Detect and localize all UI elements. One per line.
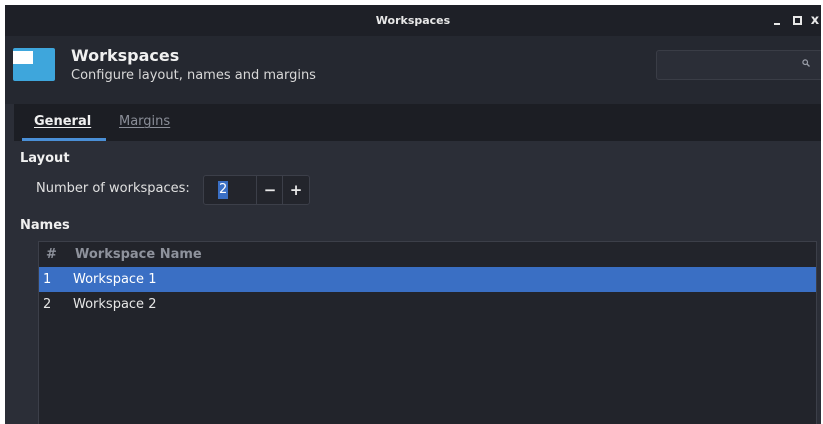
row-workspace-name[interactable]: Workspace 1: [73, 272, 156, 287]
table-header: # Workspace Name: [39, 242, 816, 267]
column-header-name[interactable]: Workspace Name: [75, 247, 202, 262]
tab-bar: General Margins: [14, 104, 821, 141]
layout-section-label: Layout: [20, 151, 70, 166]
dialog-header: Workspaces Configure layout, names and m…: [5, 36, 821, 104]
decrement-button[interactable]: −: [256, 176, 283, 204]
tab-margins[interactable]: Margins: [119, 114, 170, 129]
column-header-number[interactable]: #: [46, 247, 57, 262]
workspaces-app-icon: [13, 48, 55, 81]
workspaces-count-stepper[interactable]: 2 − +: [203, 175, 310, 205]
header-title: Workspaces: [71, 46, 180, 65]
workspaces-count-value[interactable]: 2: [218, 181, 229, 199]
search-input[interactable]: [656, 50, 821, 80]
title-bar[interactable]: Workspaces x: [5, 5, 821, 36]
maximize-button[interactable]: [787, 5, 807, 36]
minimize-button[interactable]: [767, 5, 787, 36]
table-row[interactable]: 2 Workspace 2: [39, 292, 816, 317]
increment-button[interactable]: +: [282, 176, 309, 204]
search-icon: [802, 59, 810, 70]
settings-window: Workspaces x Workspaces Configure layout…: [5, 5, 821, 424]
table-row[interactable]: 1 Workspace 1: [39, 267, 816, 292]
row-number: 1: [43, 272, 52, 287]
workspace-names-table[interactable]: # Workspace Name 1 Workspace 1 2 Workspa…: [38, 241, 817, 424]
close-icon: x: [810, 13, 820, 28]
names-section-label: Names: [20, 218, 70, 233]
row-workspace-name[interactable]: Workspace 2: [73, 297, 156, 312]
row-number: 2: [43, 297, 52, 312]
maximize-icon: [792, 16, 802, 25]
active-tab-indicator: [22, 138, 106, 141]
tab-general[interactable]: General: [34, 114, 91, 129]
window-title: Workspaces: [375, 14, 451, 27]
minimize-icon: [774, 22, 780, 25]
close-button[interactable]: x: [805, 5, 821, 36]
workspaces-count-label: Number of workspaces:: [36, 181, 190, 196]
header-subtitle: Configure layout, names and margins: [71, 68, 316, 83]
